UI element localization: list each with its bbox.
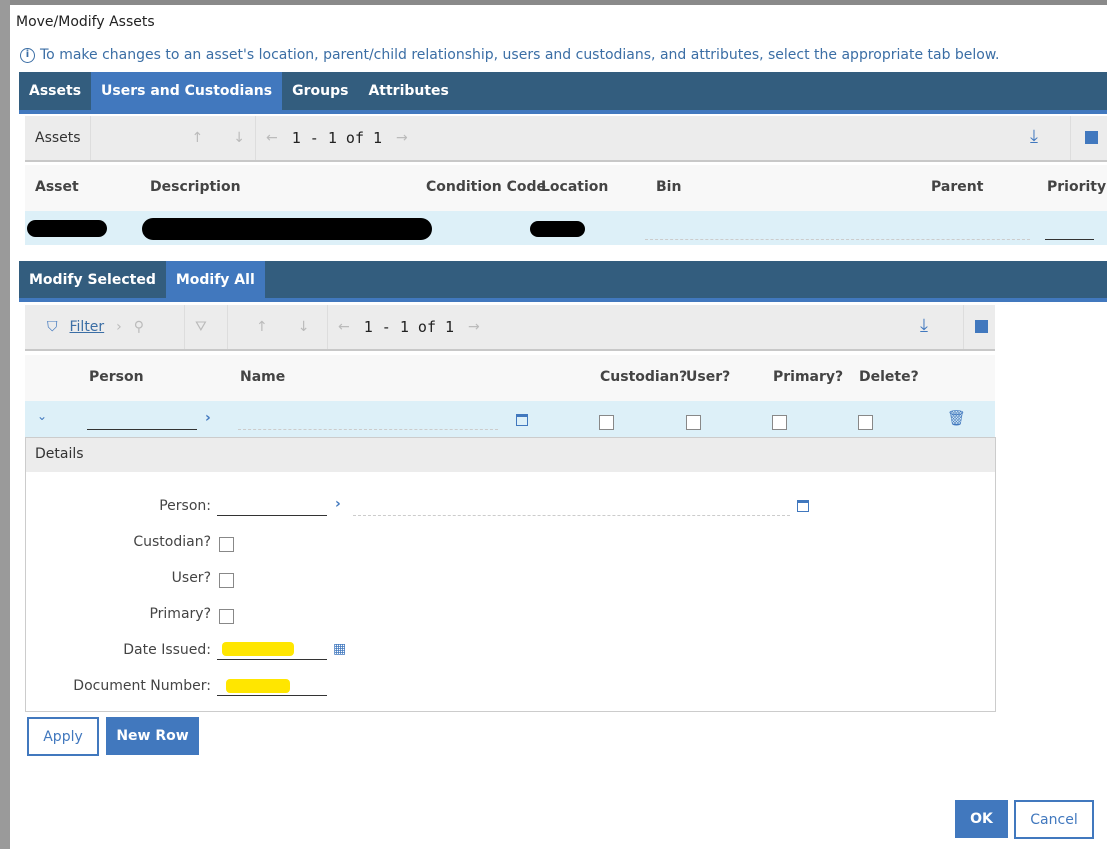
filter-link[interactable]: Filter <box>70 319 105 335</box>
tab-groups[interactable]: Groups <box>282 72 358 110</box>
arrow-up-icon[interactable]: ↑ <box>192 130 204 146</box>
arrow-down-icon[interactable]: ↓ <box>298 319 310 335</box>
search-icon[interactable]: ⚲ <box>134 319 144 335</box>
filter-icon[interactable]: ⛉ <box>47 319 58 335</box>
cancel-button[interactable]: Cancel <box>1014 800 1094 839</box>
background-app-strip <box>0 0 10 849</box>
document-number-label: Document Number: <box>73 678 211 694</box>
info-message: i To make changes to an asset's location… <box>20 47 1000 63</box>
custodian-checkbox[interactable] <box>599 415 614 430</box>
chevron-right-icon[interactable]: › <box>205 410 211 426</box>
redaction-highlight <box>222 642 294 656</box>
col-bin[interactable]: Bin <box>656 179 681 195</box>
person-input[interactable] <box>87 429 197 430</box>
tab-modify-selected[interactable]: Modify Selected <box>19 261 166 298</box>
col-condition-code[interactable]: Condition Code <box>426 179 546 195</box>
chevron-right-icon[interactable]: › <box>335 496 341 512</box>
user-checkbox[interactable] <box>686 415 701 430</box>
delete-checkbox[interactable] <box>858 415 873 430</box>
date-issued-label: Date Issued: <box>123 642 211 658</box>
details-title: Details <box>26 438 995 472</box>
next-page-icon[interactable]: → <box>396 130 408 146</box>
pager: 1 - 1 of 1 <box>291 129 383 147</box>
user-label: User? <box>171 570 211 586</box>
modify-tabs: Modify Selected Modify All <box>19 261 1107 302</box>
details-custodian-checkbox[interactable] <box>219 537 234 552</box>
col-asset[interactable]: Asset <box>35 179 79 195</box>
download-icon[interactable]: ⤓ <box>1030 126 1038 147</box>
primary-label: Primary? <box>149 606 211 622</box>
people-toolbar: ⛉ Filter › ⚲ ⛛ ↑ ↓ ← 1 - 1 of 1 → ⤓ <box>25 305 995 351</box>
col-user[interactable]: User? <box>686 369 730 385</box>
main-tabs: Assets Users and Custodians Groups Attri… <box>19 72 1107 114</box>
col-priority[interactable]: Priority <box>1047 179 1106 195</box>
pager: 1 - 1 of 1 <box>363 318 455 336</box>
next-page-icon[interactable]: → <box>468 319 480 335</box>
previous-page-icon[interactable]: ← <box>266 130 278 146</box>
col-custodian[interactable]: Custodian? <box>600 369 687 385</box>
table-row[interactable]: ⌄ › 🗑 <box>25 401 995 437</box>
clear-filter-icon[interactable]: ⛛ <box>195 319 207 335</box>
previous-page-icon[interactable]: ← <box>338 319 350 335</box>
apply-button[interactable]: Apply <box>27 717 99 756</box>
col-name[interactable]: Name <box>240 369 285 385</box>
new-row-button[interactable]: New Row <box>106 717 199 755</box>
date-issued-input[interactable] <box>217 638 327 660</box>
table-row[interactable] <box>25 211 1107 245</box>
primary-checkbox[interactable] <box>772 415 787 430</box>
col-person[interactable]: Person <box>89 369 144 385</box>
priority-input[interactable] <box>1045 239 1094 240</box>
details-panel: Details Person: › Custodian? User? Prima… <box>25 437 996 712</box>
arrow-up-icon[interactable]: ↑ <box>256 319 268 335</box>
ok-button[interactable]: OK <box>955 800 1008 838</box>
redaction-location <box>530 221 585 237</box>
tab-assets[interactable]: Assets <box>19 72 91 110</box>
assets-toolbar: Assets ↑ ↓ ← 1 - 1 of 1 → ⤓ <box>25 116 1107 162</box>
chevron-right-icon[interactable]: › <box>116 319 122 335</box>
chevron-down-icon[interactable]: ⌄ <box>37 409 47 423</box>
details-primary-checkbox[interactable] <box>219 609 234 624</box>
redaction-highlight <box>226 679 290 693</box>
col-description[interactable]: Description <box>150 179 241 195</box>
document-number-input[interactable] <box>217 674 327 696</box>
download-icon[interactable]: ⤓ <box>920 315 928 336</box>
col-delete[interactable]: Delete? <box>859 369 919 385</box>
custodian-label: Custodian? <box>133 534 211 550</box>
arrow-down-icon[interactable]: ↓ <box>233 130 245 146</box>
maximize-icon[interactable] <box>975 320 988 333</box>
person-label: Person: <box>159 498 211 514</box>
info-text: To make changes to an asset's location, … <box>40 47 1000 63</box>
detail-menu-icon[interactable] <box>516 414 528 426</box>
detail-menu-icon[interactable] <box>797 500 809 512</box>
people-table-header: Person Name Custodian? User? Primary? De… <box>25 355 995 401</box>
col-location[interactable]: Location <box>541 179 608 195</box>
tab-modify-all[interactable]: Modify All <box>165 261 265 298</box>
name-field <box>238 429 498 430</box>
assets-table-title: Assets <box>25 116 91 160</box>
details-user-checkbox[interactable] <box>219 573 234 588</box>
assets-table-header: Asset Description Condition Code Locatio… <box>25 165 1107 211</box>
dialog-title: Move/Modify Assets <box>16 14 155 30</box>
redaction-description <box>142 218 432 240</box>
info-icon: i <box>20 47 35 63</box>
details-name-field <box>353 515 790 516</box>
calendar-icon[interactable]: ▦ <box>333 641 346 657</box>
tab-users-and-custodians[interactable]: Users and Custodians <box>91 72 283 110</box>
details-person-input[interactable] <box>217 515 327 516</box>
maximize-icon[interactable] <box>1085 131 1098 144</box>
col-primary[interactable]: Primary? <box>773 369 843 385</box>
trash-icon[interactable]: 🗑 <box>947 409 966 427</box>
redaction-asset <box>27 220 107 237</box>
tab-attributes[interactable]: Attributes <box>358 72 458 110</box>
col-parent[interactable]: Parent <box>931 179 983 195</box>
